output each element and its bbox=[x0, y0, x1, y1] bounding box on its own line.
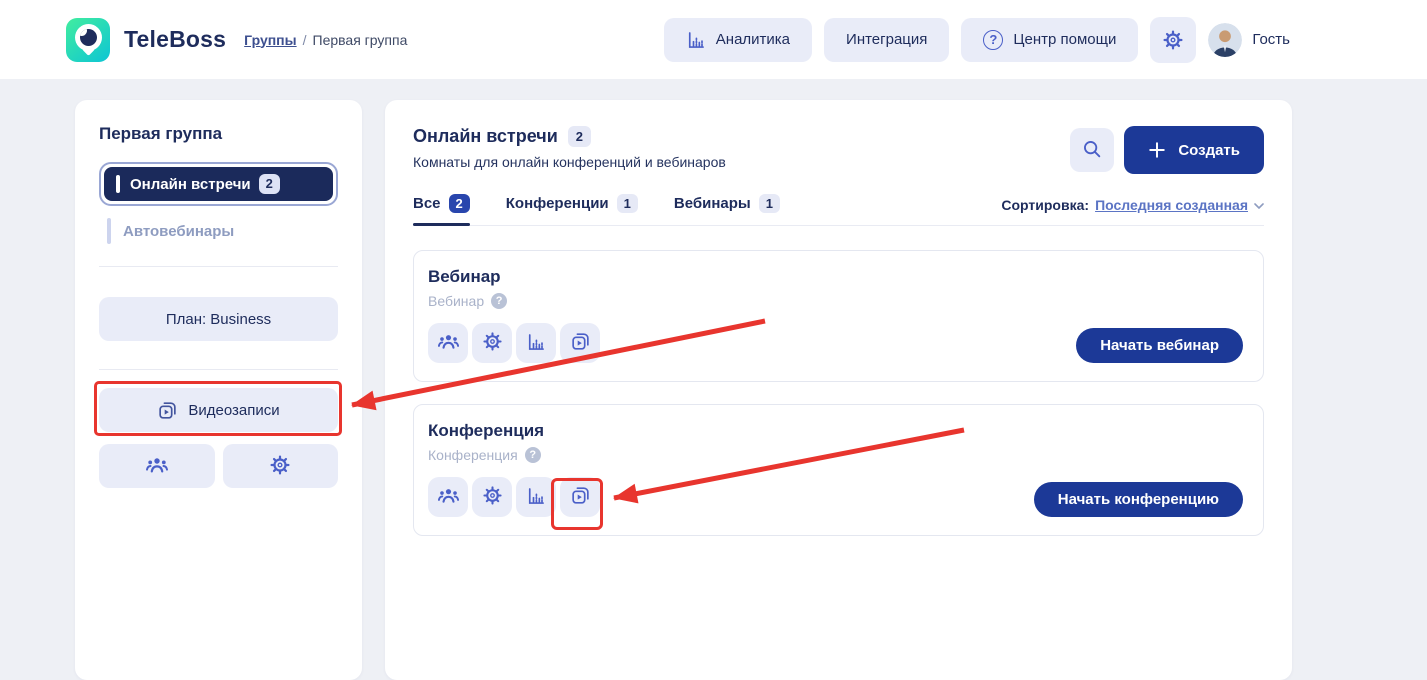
room-analytics-button[interactable] bbox=[516, 323, 556, 363]
tab-count-badge: 1 bbox=[617, 194, 638, 213]
room-title: Вебинар bbox=[428, 267, 1243, 287]
question-icon[interactable] bbox=[491, 293, 507, 309]
search-button[interactable] bbox=[1070, 128, 1114, 172]
integration-label: Интеграция bbox=[846, 31, 927, 48]
brand-name: TeleBoss bbox=[124, 26, 226, 53]
room-recordings-button[interactable] bbox=[560, 323, 600, 363]
user-name: Гость bbox=[1252, 31, 1290, 48]
sidebar-item-label: Онлайн встречи bbox=[130, 176, 251, 193]
room-settings-button[interactable] bbox=[472, 323, 512, 363]
sidebar-item-online-meetings[interactable]: Онлайн встречи 2 bbox=[99, 162, 338, 206]
page-subtitle: Комнаты для онлайн конференций и вебинар… bbox=[413, 154, 726, 170]
chevron-down-icon[interactable] bbox=[1254, 203, 1264, 209]
bar-chart-icon bbox=[686, 30, 706, 50]
sort-label: Сортировка: bbox=[1001, 197, 1089, 213]
divider bbox=[99, 369, 338, 370]
tab-conferences[interactable]: Конференции 1 bbox=[506, 194, 638, 225]
sidebar-item-label: Автовебинары bbox=[123, 223, 234, 240]
room-card-conference: Конференция Конференция Начать конфе bbox=[413, 404, 1264, 536]
settings-button[interactable] bbox=[1150, 17, 1196, 63]
group-settings-button[interactable] bbox=[223, 444, 339, 488]
breadcrumb-groups-link[interactable]: Группы bbox=[244, 32, 296, 48]
room-type: Вебинар bbox=[428, 293, 484, 309]
plus-icon bbox=[1148, 141, 1166, 159]
app-header: TeleBoss Группы / Первая группа Аналитик… bbox=[0, 0, 1427, 79]
breadcrumb-separator: / bbox=[303, 32, 307, 48]
people-icon bbox=[437, 330, 460, 356]
breadcrumb: Группы / Первая группа bbox=[244, 32, 407, 48]
sort-dropdown[interactable]: Последняя созданная bbox=[1095, 197, 1248, 213]
header-actions: Аналитика Интеграция Центр помощи Гость bbox=[664, 17, 1290, 63]
create-button[interactable]: Создать bbox=[1124, 126, 1264, 174]
participants-button[interactable] bbox=[428, 323, 468, 363]
video-recordings-icon bbox=[570, 485, 591, 509]
main-panel: Онлайн встречи 2 Комнаты для онлайн конф… bbox=[385, 100, 1292, 680]
active-indicator-bar bbox=[116, 175, 120, 193]
bar-chart-icon bbox=[526, 332, 546, 355]
bar-chart-icon bbox=[526, 486, 546, 509]
room-recordings-button[interactable] bbox=[560, 477, 600, 517]
help-label: Центр помощи bbox=[1013, 31, 1116, 48]
room-type: Конференция bbox=[428, 447, 518, 463]
video-recordings-button[interactable]: Видеозаписи bbox=[99, 388, 338, 432]
gear-icon bbox=[482, 485, 503, 509]
tab-webinars[interactable]: Вебинары 1 bbox=[674, 194, 780, 225]
video-recordings-icon bbox=[157, 400, 178, 421]
analytics-label: Аналитика bbox=[716, 31, 790, 48]
tabs-bar: Все 2 Конференции 1 Вебинары 1 Сортировк… bbox=[413, 194, 1264, 226]
count-badge: 2 bbox=[259, 174, 280, 194]
page-title: Онлайн встречи bbox=[413, 126, 558, 147]
video-recordings-icon bbox=[570, 331, 591, 355]
start-webinar-button[interactable]: Начать вебинар bbox=[1076, 328, 1243, 363]
question-circle-icon bbox=[983, 30, 1003, 50]
divider bbox=[99, 266, 338, 267]
logo-moon-shape bbox=[80, 29, 97, 46]
tab-label: Вебинары bbox=[674, 195, 751, 212]
item-indicator-bar bbox=[107, 218, 111, 244]
analytics-button[interactable]: Аналитика bbox=[664, 18, 812, 62]
room-analytics-button[interactable] bbox=[516, 477, 556, 517]
gear-icon bbox=[1162, 29, 1184, 51]
teleboss-logo-icon[interactable] bbox=[66, 18, 110, 62]
gear-icon bbox=[482, 331, 503, 355]
tab-label: Конференции bbox=[506, 195, 609, 212]
create-label: Создать bbox=[1178, 142, 1240, 159]
people-icon bbox=[437, 484, 460, 510]
integration-button[interactable]: Интеграция bbox=[824, 18, 949, 62]
people-icon bbox=[145, 453, 169, 480]
sidebar: Первая группа Онлайн встречи 2 Автовебин… bbox=[75, 100, 362, 680]
search-icon bbox=[1081, 138, 1103, 163]
recordings-label: Видеозаписи bbox=[188, 402, 279, 419]
question-icon[interactable] bbox=[525, 447, 541, 463]
plan-button[interactable]: План: Business bbox=[99, 297, 338, 341]
count-badge: 2 bbox=[568, 126, 591, 147]
user-avatar[interactable] bbox=[1208, 23, 1242, 57]
room-card-webinar: Вебинар Вебинар Начать вебинар bbox=[413, 250, 1264, 382]
tab-count-badge: 2 bbox=[449, 194, 470, 213]
help-center-button[interactable]: Центр помощи bbox=[961, 18, 1138, 62]
gear-icon bbox=[269, 454, 291, 479]
members-button[interactable] bbox=[99, 444, 215, 488]
tab-all[interactable]: Все 2 bbox=[413, 194, 470, 225]
tab-count-badge: 1 bbox=[759, 194, 780, 213]
sidebar-item-autowebinars[interactable]: Автовебинары bbox=[99, 218, 338, 244]
start-conference-button[interactable]: Начать конференцию bbox=[1034, 482, 1243, 517]
room-title: Конференция bbox=[428, 421, 1243, 441]
group-title: Первая группа bbox=[99, 124, 338, 144]
participants-button[interactable] bbox=[428, 477, 468, 517]
tab-label: Все bbox=[413, 195, 441, 212]
room-settings-button[interactable] bbox=[472, 477, 512, 517]
breadcrumb-current: Первая группа bbox=[313, 32, 408, 48]
